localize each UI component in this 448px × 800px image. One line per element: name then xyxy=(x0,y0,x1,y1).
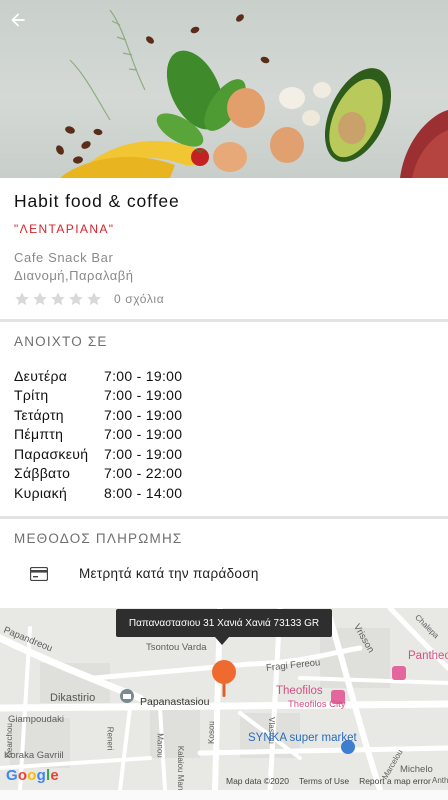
opening-hours-list: Δευτέρα 7:00 - 19:00 Τρίτη 7:00 - 19:00 … xyxy=(14,366,314,503)
time-range: 7:00 - 22:00 xyxy=(104,465,183,482)
hours-row-4: Παρασκευή 7:00 - 19:00 xyxy=(14,444,314,464)
report-error-link[interactable]: Report a map error xyxy=(359,776,431,788)
map-attribution: Map data ©2020 Terms of Use Report a map… xyxy=(226,776,431,788)
time-range: 7:00 - 19:00 xyxy=(104,426,183,443)
day-label: Παρασκευή xyxy=(14,445,89,462)
star-icon xyxy=(15,292,29,306)
time-range: 7:00 - 19:00 xyxy=(104,367,183,384)
arrow-back-icon xyxy=(11,13,25,27)
store-category: Cafe Snack Bar xyxy=(14,250,114,265)
store-area: "ΛΕΝΤΑΡΙΑΝΑ" xyxy=(14,222,115,236)
hours-row-2: Τετάρτη 7:00 - 19:00 xyxy=(14,405,314,425)
hero-image xyxy=(0,0,448,178)
rating-row: 0 σχόλια xyxy=(14,291,164,307)
divider xyxy=(0,319,448,322)
terms-link[interactable]: Terms of Use xyxy=(299,776,349,788)
day-label: Σάββατο xyxy=(14,465,71,482)
payment-method-label: Μετρητά κατά την παράδοση xyxy=(79,566,259,581)
hours-row-6: Κυριακή 8:00 - 14:00 xyxy=(14,483,314,503)
payment-section-title: ΜΕΘΟΔΟΣ ΠΛΗΡΩΜΗΣ xyxy=(14,531,183,546)
star-icon xyxy=(33,292,47,306)
star-icon xyxy=(87,292,101,306)
day-label: Τρίτη xyxy=(14,387,49,404)
day-label: Κυριακή xyxy=(14,484,68,501)
street-label: Papanastasiou xyxy=(140,696,210,708)
poi-label[interactable]: Pantheon Ap xyxy=(408,650,448,662)
hours-row-1: Τρίτη 7:00 - 19:00 xyxy=(14,386,314,406)
reviews-count[interactable]: 0 σχόλια xyxy=(114,292,164,306)
street-label: Reneri xyxy=(105,726,115,751)
street-label: Michelo xyxy=(400,764,433,775)
map-pin-icon[interactable] xyxy=(211,659,237,704)
time-range: 7:00 - 19:00 xyxy=(104,406,183,423)
street-label: Giampoudaki xyxy=(8,714,64,725)
poi-label[interactable]: Theofilos xyxy=(276,685,323,697)
day-label: Τετάρτη xyxy=(14,406,64,423)
poi-label[interactable]: SYNKA super market xyxy=(248,732,357,744)
time-range: 7:00 - 19:00 xyxy=(104,387,183,404)
hours-row-3: Πέμπτη 7:00 - 19:00 xyxy=(14,425,314,445)
store-info: Habit food & coffee "ΛΕΝΤΑΡΙΑΝΑ" Cafe Sn… xyxy=(0,178,448,319)
back-button[interactable] xyxy=(8,10,38,40)
map-data-label: Map data ©2020 xyxy=(226,776,289,786)
hours-row-0: Δευτέρα 7:00 - 19:00 xyxy=(14,366,314,386)
payment-method-cash[interactable]: Μετρητά κατά την παράδοση xyxy=(30,566,259,581)
street-label: Koraka Gavriil xyxy=(4,750,64,761)
day-label: Δευτέρα xyxy=(14,367,68,384)
tooltip-arrow xyxy=(215,637,229,645)
street-label: Manou xyxy=(155,733,165,758)
google-logo: Google xyxy=(6,767,59,784)
star-icon xyxy=(69,292,83,306)
street-label: Dikastirio xyxy=(50,692,96,704)
food-photo xyxy=(56,9,448,178)
day-label: Πέμπτη xyxy=(14,426,64,443)
hours-section-title: ΑΝΟΙΧΤΟ ΣΕ xyxy=(14,334,108,349)
hours-row-5: Σάββατο 7:00 - 22:00 xyxy=(14,464,314,484)
time-range: 8:00 - 14:00 xyxy=(104,484,183,501)
bottom-strip xyxy=(0,790,448,800)
divider xyxy=(0,516,448,519)
street-label: Kalaiou Manou xyxy=(176,745,186,790)
time-range: 7:00 - 19:00 xyxy=(104,445,183,462)
store-name: Habit food & coffee xyxy=(14,191,180,211)
street-label: Kosou xyxy=(206,721,216,744)
street-label: Anthea xyxy=(432,776,448,785)
address-tooltip[interactable]: Παπαναστασιου 31 Χανιά Χανιά 73133 GR xyxy=(116,609,332,637)
street-label: Tsontou Varda xyxy=(146,642,207,653)
poi-label[interactable]: Theofilos City xyxy=(288,699,346,710)
credit-card-icon xyxy=(30,566,48,581)
star-icon xyxy=(51,292,65,306)
store-services: Διανομή,Παραλαβή xyxy=(14,268,134,283)
